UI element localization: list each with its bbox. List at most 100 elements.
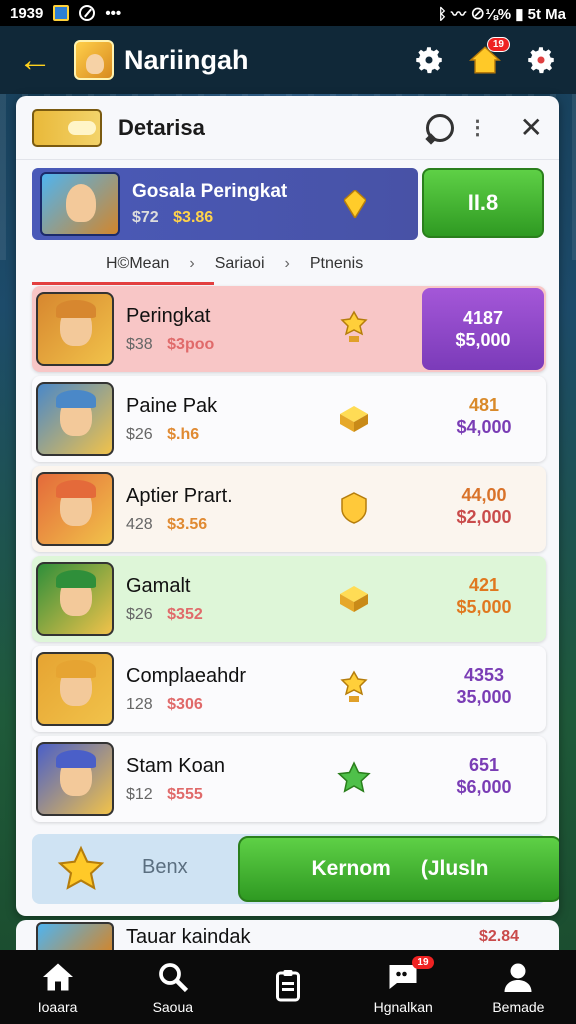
peek-price: $2.84: [478, 928, 519, 945]
item-price-new: $306: [167, 695, 203, 713]
item-name: Complaeahdr: [126, 664, 247, 687]
item-value-bottom: 35,000: [456, 687, 512, 707]
nav-search[interactable]: Saoua: [115, 950, 230, 1024]
item-price-old: $26: [126, 605, 153, 623]
action-label: Benx: [142, 856, 188, 878]
panel-title: Detarisa: [118, 114, 205, 140]
close-icon[interactable]: ✕: [520, 111, 543, 144]
trophy-gold-icon: [336, 310, 372, 346]
person-icon: [504, 963, 532, 992]
item-value-top: 421: [468, 575, 500, 595]
breadcrumb-item-1[interactable]: H©Mean: [106, 255, 169, 273]
nav-messages[interactable]: 19 Hgnalkan: [346, 950, 461, 1024]
more-vert-icon[interactable]: ⋮: [468, 115, 488, 140]
shield-gold-icon: [336, 490, 372, 526]
character-icon: [36, 652, 114, 726]
notification-badge: 19: [486, 37, 510, 52]
list-item[interactable]: Paine Pak $26 $.h6 481 $4,000: [32, 376, 546, 462]
character-icon: [36, 292, 114, 366]
list-item[interactable]: Complaeahdr 128 $306 4353 35,000: [32, 646, 546, 732]
featured-price-new: $3.86: [173, 209, 214, 226]
character-icon: [36, 742, 114, 816]
nav-home-label: Ioaara: [37, 999, 78, 1015]
nav-profile[interactable]: Bemade: [461, 950, 576, 1024]
app-avatar: [74, 40, 114, 80]
item-value: 44,00 $2,000: [434, 484, 534, 528]
item-value: 481 $4,000: [434, 394, 534, 438]
breadcrumb-item-2[interactable]: Sariaoi: [215, 255, 265, 273]
item-price-old: 428: [126, 515, 153, 533]
detail-panel: Detarisa ⋮ ✕ Gosala Peringkat $72 $3.86 …: [16, 96, 559, 916]
item-name: Peringkat: [126, 304, 211, 327]
item-value: 651 $6,000: [434, 754, 534, 798]
item-price-new: $555: [167, 785, 203, 803]
primary-action-right: (Jlusln: [420, 857, 489, 880]
item-price-new: $.h6: [167, 425, 200, 443]
list-item[interactable]: Peringkat $38 $3poo 4187 $5,000: [32, 286, 546, 372]
character-icon: [36, 472, 114, 546]
item-value-bottom: $5,000: [456, 597, 512, 617]
item-name: Gamalt: [126, 574, 191, 597]
nav-profile-label: Bemade: [492, 999, 545, 1015]
nav-clipboard[interactable]: [230, 950, 345, 1024]
back-arrow-icon[interactable]: ←: [18, 43, 58, 77]
favorite-star-button[interactable]: [40, 838, 122, 900]
item-price-new: $352: [167, 605, 203, 623]
home-icon: [42, 963, 73, 991]
item-price-new: $3.56: [167, 515, 208, 533]
item-price-old: $12: [126, 785, 153, 803]
star-green-icon: [336, 760, 372, 796]
list-item[interactable]: Stam Koan $12 $555 651 $6,000: [32, 736, 546, 822]
next-item-peek[interactable]: Tauar kaindak $2.84: [16, 920, 559, 954]
cube-gold-icon: [336, 400, 372, 436]
chat-icon[interactable]: [425, 113, 454, 142]
item-value-bottom: $2,000: [456, 507, 512, 527]
options-gear-icon[interactable]: [524, 43, 558, 77]
cube-gold-icon: [336, 580, 372, 616]
item-value[interactable]: 4187 $5,000: [422, 288, 544, 370]
list-item[interactable]: Gamalt $26 $352 421 $5,000: [32, 556, 546, 642]
home-notification-icon[interactable]: 19: [468, 37, 510, 77]
featured-buy-button[interactable]: II.8: [422, 168, 544, 238]
item-value-top: 44,00: [461, 485, 507, 505]
trophy-gold-icon: [336, 670, 372, 706]
list-item[interactable]: Aptier Prart. 428 $3.56 44,00 $2,000: [32, 466, 546, 552]
app-bar: ← Nariingah 19: [0, 26, 576, 94]
star-icon: [57, 845, 105, 891]
featured-item: Gosala Peringkat $72 $3.86 II.8: [16, 160, 559, 246]
peek-name: Tauar kaindak: [126, 925, 251, 948]
search-icon: [158, 963, 188, 993]
breadcrumb: H©Mean › Sariaoi › Ptnenis: [16, 246, 559, 282]
featured-character-icon: [40, 172, 120, 236]
clipboard-icon: [276, 970, 300, 1002]
panel-thumbnail: [32, 108, 102, 147]
app-notification-icon: [53, 5, 70, 21]
status-time: 1939: [10, 4, 44, 22]
breadcrumb-active-underline: [32, 282, 214, 285]
item-value-top: 4187: [462, 308, 504, 328]
character-icon: [36, 382, 114, 456]
item-value-top: 4353: [463, 665, 505, 685]
primary-action-button[interactable]: Kernom (Jlusln: [238, 836, 559, 902]
item-list: Peringkat $38 $3poo 4187 $5,000 Paine Pa…: [32, 286, 546, 826]
item-price-old: 128: [126, 695, 153, 713]
bottom-nav: Ioaara Saoua 19 Hgnalkan Bemade: [0, 950, 576, 1024]
featured-price-old: $72: [132, 209, 159, 226]
item-value: 4353 35,000: [434, 664, 534, 708]
chevron-right-icon: ›: [284, 255, 290, 272]
status-right: ᛒ 〰 ⊘⅛% ▮ 5t Ma: [437, 5, 566, 23]
item-price-old: $26: [126, 425, 153, 443]
featured-name: Gosala Peringkat: [132, 181, 288, 202]
breadcrumb-item-3[interactable]: Ptnenis: [310, 255, 363, 273]
item-name: Stam Koan: [126, 754, 225, 777]
action-bar: Benx Kernom (Jlusln: [32, 834, 559, 904]
item-value: 421 $5,000: [434, 574, 534, 618]
peek-character-icon: [36, 922, 114, 952]
more-dots-icon: •••: [105, 4, 122, 22]
panel-header: Detarisa ⋮ ✕: [16, 96, 559, 160]
primary-action-left: Kernom: [311, 857, 391, 880]
featured-card[interactable]: Gosala Peringkat $72 $3.86: [32, 168, 418, 240]
settings-gear-icon[interactable]: [412, 43, 446, 77]
dnd-icon: [79, 5, 96, 21]
nav-home[interactable]: Ioaara: [0, 950, 115, 1024]
